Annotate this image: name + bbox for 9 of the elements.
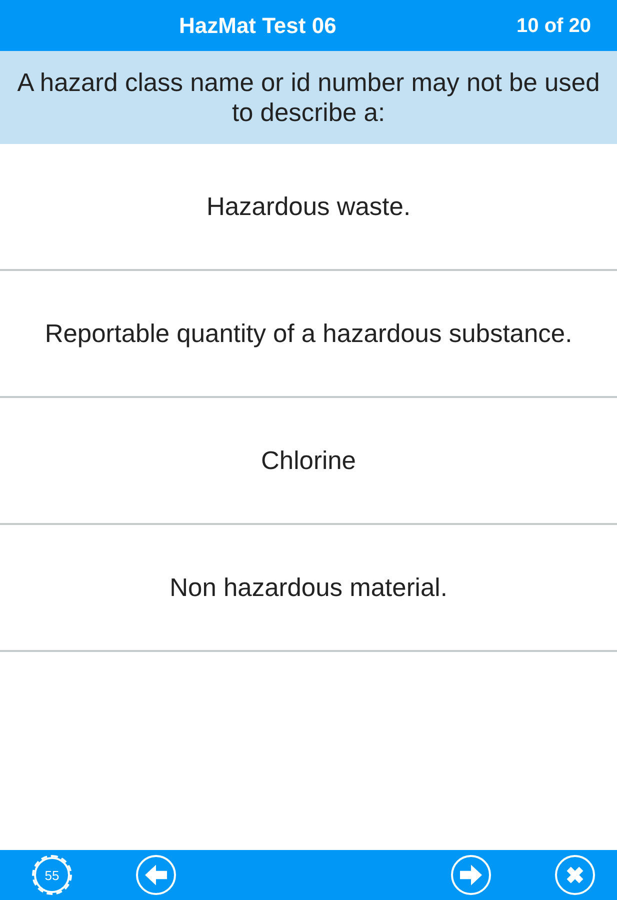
next-button[interactable] xyxy=(451,855,491,895)
right-arrow-icon xyxy=(460,864,482,886)
screen-title: HazMat Test 06 xyxy=(179,12,336,38)
question-text: A hazard class name or id number may not be used to describe a: xyxy=(16,68,601,128)
back-button[interactable] xyxy=(136,855,176,895)
close-icon xyxy=(564,864,586,886)
left-arrow-icon xyxy=(145,864,167,886)
question-counter: 10 of 20 xyxy=(516,14,591,38)
close-button[interactable] xyxy=(555,855,595,895)
